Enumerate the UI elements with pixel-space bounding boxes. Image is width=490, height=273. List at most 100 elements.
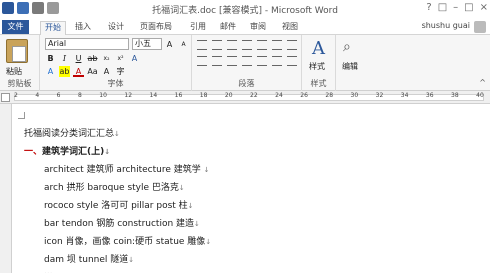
tab-home[interactable]: 开始	[40, 21, 66, 35]
close-button[interactable]: ×	[480, 2, 488, 13]
file-tab[interactable]: 文件	[2, 20, 29, 34]
heading-text: 建筑学词汇(上)	[42, 147, 105, 157]
tab-selector[interactable]	[1, 93, 10, 102]
font-name-select[interactable]: Arial	[45, 38, 129, 50]
horizontal-ruler[interactable]: 2 4 6 8 10 12 14 16 18 20 22 24 26 28 30…	[0, 91, 490, 104]
ruler-number: 10	[99, 92, 107, 99]
font-color-icon[interactable]: A	[73, 66, 84, 77]
align-buttons-row	[197, 55, 297, 66]
distributed-icon[interactable]	[257, 56, 267, 66]
list-buttons-row	[197, 39, 297, 50]
document-line-text: architect 建筑师 architecture 建筑学	[44, 165, 201, 175]
tab-references[interactable]: 引用	[190, 21, 206, 35]
strikethrough-icon[interactable]: ab	[87, 53, 98, 64]
document-line[interactable]: architect 建筑师 architecture 建筑学 ↓	[44, 162, 210, 175]
ribbon-display-button[interactable]: □	[438, 2, 447, 13]
tab-view[interactable]: 视图	[282, 21, 298, 35]
ruler-numbers: 2 4 6 8 10 12 14 16 18 20 22 24 26 28 30…	[14, 92, 484, 99]
ruler-number: 14	[149, 92, 158, 99]
styles-icon[interactable]: A	[312, 38, 325, 59]
paste-icon[interactable]	[6, 39, 28, 63]
underline-icon[interactable]: U	[73, 53, 84, 64]
avatar[interactable]	[474, 21, 486, 33]
document-line[interactable]: rococo style 洛可可 pillar post 柱↓	[44, 198, 194, 211]
document-line-text: bar tendon 钢筋 construction 建造	[44, 219, 195, 229]
document-title-text: 托福阅读分类词汇汇总	[24, 129, 115, 139]
paragraph-mark: ↓	[128, 256, 135, 264]
shading-icon[interactable]	[287, 56, 297, 66]
ruler-number: 24	[275, 92, 283, 99]
document-line-text: ...	[44, 267, 53, 273]
increase-indent-icon[interactable]	[257, 40, 267, 50]
tab-insert[interactable]: 插入	[75, 21, 91, 35]
grow-font-icon[interactable]: A	[164, 39, 175, 50]
align-left-icon[interactable]	[197, 56, 207, 66]
document-area[interactable]: 托福阅读分类词汇汇总↓ 一、建筑学词汇(上)↓ architect 建筑师 ar…	[0, 104, 490, 273]
shrink-font-icon[interactable]: A	[178, 39, 189, 50]
tab-review[interactable]: 审阅	[250, 21, 266, 35]
tab-mailings[interactable]: 邮件	[220, 21, 236, 35]
ribbon-tabs: 文件 开始 插入 设计 页面布局 引用 邮件 审阅 视图 shushu guai	[0, 19, 490, 35]
italic-icon[interactable]: I	[59, 53, 70, 64]
line-spacing-icon[interactable]	[272, 56, 282, 66]
char-shading-icon[interactable]: A	[101, 66, 112, 77]
heading-line[interactable]: 一、建筑学词汇(上)↓	[24, 144, 110, 157]
window-title: 托福词汇表.doc [兼容模式] - Microsoft Word	[152, 6, 338, 16]
tab-layout[interactable]: 页面布局	[140, 21, 172, 35]
window-controls: ? □ – □ ×	[426, 2, 488, 13]
find-icon[interactable]: ⌕	[343, 39, 351, 55]
ruler-number: 32	[375, 92, 384, 99]
numbering-icon[interactable]	[212, 40, 222, 50]
styles-button[interactable]: 样式	[309, 61, 325, 72]
multilevel-list-icon[interactable]	[227, 40, 237, 50]
ribbon: 粘贴 剪贴板 Arial 小五 A A B I U ab x₂ x² A A a…	[0, 35, 490, 91]
document-line-partial[interactable]: ...	[44, 267, 53, 273]
paragraph-mark: ↓	[104, 148, 111, 156]
paragraph-group: 段落	[192, 35, 302, 91]
document-line[interactable]: arch 拱形 baroque style 巴洛克↓	[44, 180, 185, 193]
user-name[interactable]: shushu guai	[422, 21, 470, 30]
superscript-icon[interactable]: x²	[115, 53, 126, 64]
paragraph-group-label: 段落	[238, 79, 255, 88]
char-border-icon[interactable]: 字	[115, 66, 126, 77]
align-right-icon[interactable]	[227, 56, 237, 66]
font-format-row: B I U ab x₂ x² A	[45, 53, 140, 64]
align-center-icon[interactable]	[212, 56, 222, 66]
document-line[interactable]: icon 肖像，画像 coin:硬币 statue 雕像↓	[44, 234, 211, 247]
ruler-number: 26	[300, 92, 308, 99]
document-line[interactable]: bar tendon 钢筋 construction 建造↓	[44, 216, 200, 229]
minimize-button[interactable]: –	[453, 2, 458, 13]
justify-icon[interactable]	[242, 56, 252, 66]
subscript-icon[interactable]: x₂	[101, 53, 112, 64]
ruler-number: 40	[476, 92, 484, 99]
title-bar: 托福词汇表.doc [兼容模式] - Microsoft Word ? □ – …	[0, 0, 490, 19]
case-icon[interactable]: Aa	[87, 66, 98, 77]
bullets-icon[interactable]	[197, 40, 207, 50]
editing-group: ⌕ 编辑	[336, 35, 370, 91]
paragraph-mark: ↓	[194, 220, 200, 228]
collapse-ribbon-icon[interactable]: ^	[479, 78, 486, 87]
ruler-number: 28	[325, 92, 334, 99]
maximize-button[interactable]: □	[464, 2, 473, 13]
highlight-icon[interactable]: ab	[59, 66, 70, 77]
clear-format-icon[interactable]: A	[129, 53, 140, 64]
font-size-select[interactable]: 小五	[132, 38, 162, 50]
vertical-ruler[interactable]	[0, 104, 12, 273]
document-line[interactable]: dam 坝 tunnel 隧道↓	[44, 252, 134, 265]
text-effects-icon[interactable]: A	[45, 66, 56, 77]
sort-icon[interactable]	[272, 40, 282, 50]
document-title-line[interactable]: 托福阅读分类词汇汇总↓	[24, 126, 120, 139]
help-button[interactable]: ?	[426, 2, 431, 13]
document-line-text: dam 坝 tunnel 隧道	[44, 255, 129, 265]
bold-icon[interactable]: B	[45, 53, 56, 64]
tab-design[interactable]: 设计	[108, 21, 124, 35]
ruler-number: 4	[35, 92, 40, 99]
decrease-indent-icon[interactable]	[242, 40, 252, 50]
paragraph-mark: ↓	[205, 238, 212, 246]
paragraph-mark: ↓	[178, 184, 185, 192]
paste-button[interactable]: 粘贴	[6, 66, 22, 77]
ruler-number: 22	[250, 92, 258, 99]
show-marks-icon[interactable]	[287, 40, 297, 50]
editing-button[interactable]: 编辑	[342, 61, 358, 72]
ruler-number: 36	[425, 92, 434, 99]
